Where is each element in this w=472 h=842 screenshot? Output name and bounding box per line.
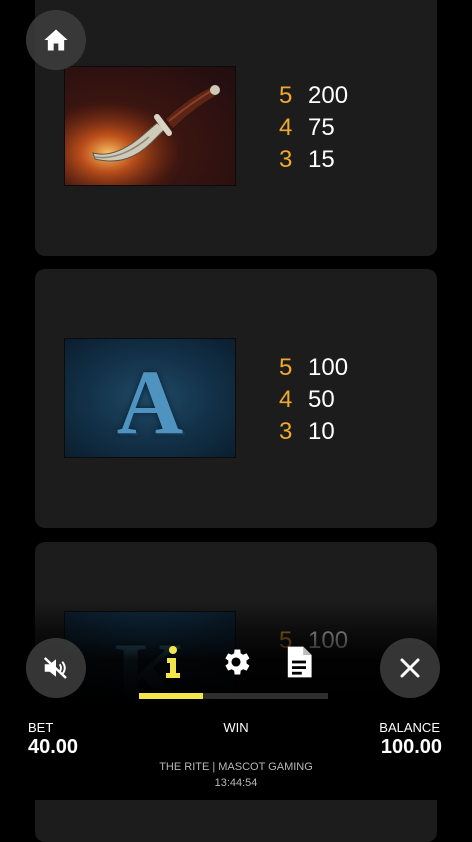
ace-letter: A: [116, 351, 184, 453]
dagger-payouts: 5 200 4 75 3 15: [279, 80, 348, 176]
pay-count: 5: [279, 82, 293, 109]
pay-count: 4: [279, 386, 293, 413]
pay-count: 3: [279, 418, 293, 445]
speaker-muted-icon: [43, 657, 67, 679]
pay-value: 15: [308, 146, 335, 173]
pay-value: 10: [308, 418, 335, 445]
pay-row: 5 200: [279, 80, 348, 112]
dagger-icon: [65, 67, 235, 185]
balance-value: 100.00: [380, 736, 442, 758]
ace-payouts: 5 100 4 50 3 10: [279, 352, 348, 448]
balance-label: BALANCE: [379, 720, 440, 735]
pay-value: 100: [308, 354, 349, 381]
paytable-card-ace: A 5 100 4 50 3 10: [35, 269, 437, 528]
sound-toggle-button[interactable]: [26, 638, 86, 698]
pay-row: 5 100: [279, 352, 348, 384]
game-title: THE RITE | MASCOT GAMING: [159, 761, 313, 773]
pay-row: 3 15: [279, 144, 348, 176]
pay-row: 3 10: [279, 416, 348, 448]
ace-symbol-image: A: [64, 338, 236, 458]
close-icon: [400, 658, 420, 678]
tab-progress-fill: [139, 693, 204, 699]
tab-progress-bar: [139, 693, 328, 699]
pay-row: 4 50: [279, 384, 348, 416]
dagger-symbol-image: [64, 66, 236, 186]
tab-info[interactable]: [155, 644, 191, 680]
paytable-card-dagger: 5 200 4 75 3 15: [35, 0, 437, 256]
document-icon: [287, 646, 312, 678]
pay-count: 4: [279, 114, 293, 141]
home-button[interactable]: [26, 10, 86, 70]
pay-value: 50: [308, 386, 335, 413]
tab-paytable[interactable]: [281, 644, 317, 680]
bet-value: 40.00: [28, 736, 79, 758]
clock: 13:44:54: [214, 777, 258, 789]
pay-row: 4 75: [279, 112, 348, 144]
pay-count: 3: [279, 146, 293, 173]
close-button[interactable]: [380, 638, 440, 698]
pay-value: 200: [308, 82, 349, 109]
gear-icon: [225, 649, 250, 675]
tab-settings[interactable]: [218, 644, 254, 680]
info-icon: [166, 646, 180, 678]
pay-value: 75: [308, 114, 335, 141]
home-icon: [44, 29, 68, 51]
pay-count: 5: [279, 354, 293, 381]
